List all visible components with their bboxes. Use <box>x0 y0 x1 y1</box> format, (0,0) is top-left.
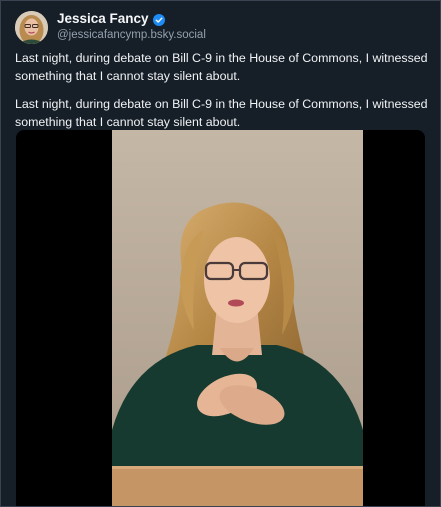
author-handle[interactable]: @jessicafancymp.bsky.social <box>57 28 206 42</box>
author-name-row: Jessica Fancy <box>57 11 165 27</box>
avatar[interactable] <box>15 11 48 44</box>
post-paragraph-2: Last night, during debate on Bill C-9 in… <box>15 97 428 129</box>
post-paragraph-1: Last night, during debate on Bill C-9 in… <box>15 51 428 83</box>
post-card: Jessica Fancy @jessicafancymp.bsky.socia… <box>0 0 441 507</box>
video-frame <box>112 130 363 506</box>
video-player[interactable] <box>16 130 425 506</box>
author-display-name[interactable]: Jessica Fancy <box>57 11 149 27</box>
verified-badge-icon <box>152 13 165 26</box>
